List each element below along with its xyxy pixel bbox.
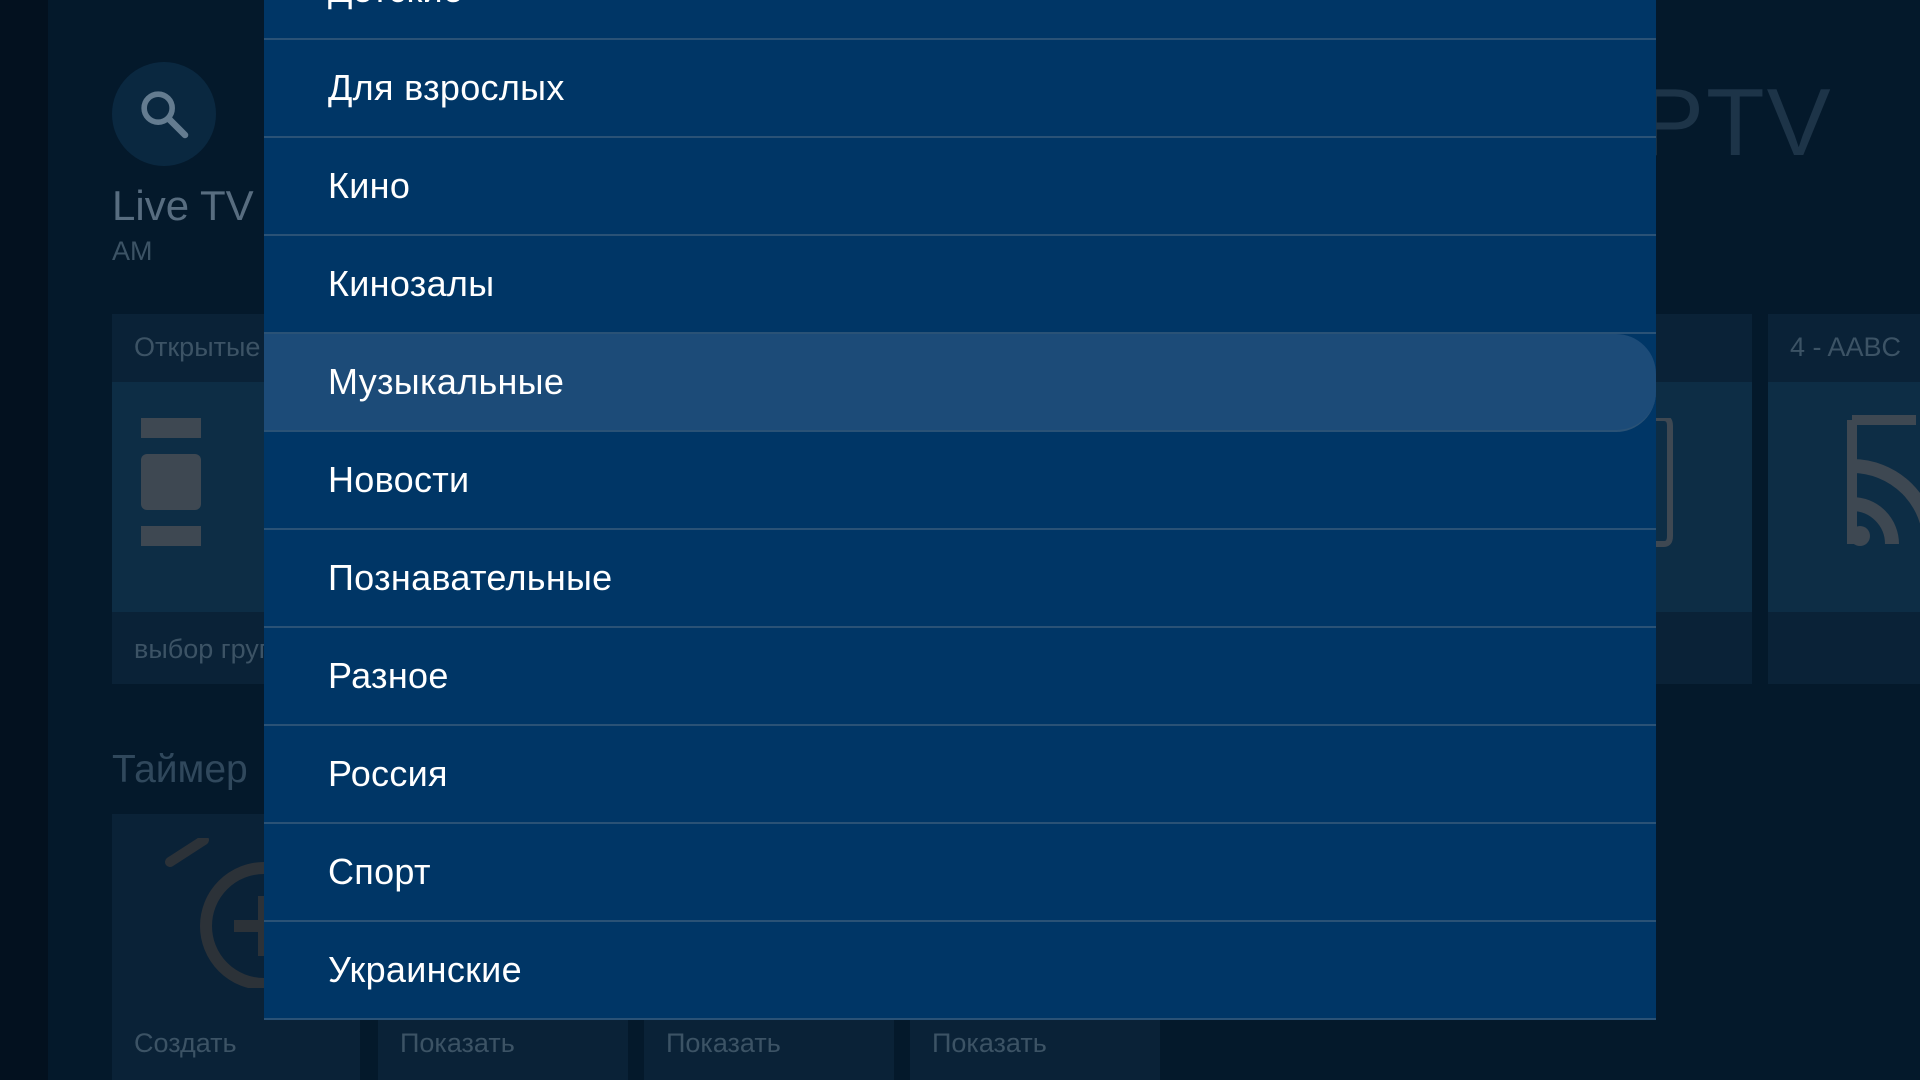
- dropdown-item-label: Разное: [328, 655, 449, 696]
- dropdown-item-music[interactable]: Музыкальные: [264, 334, 1656, 432]
- timer-show-card-3[interactable]: Показать: [910, 1020, 1160, 1080]
- timer-show-card-1[interactable]: Показать: [378, 1020, 628, 1080]
- dropdown-item-cinemas[interactable]: Кинозалы: [264, 236, 1656, 334]
- playlist-card[interactable]: 4 - AABC: [1768, 314, 1920, 684]
- timer-show-card-2[interactable]: Показать: [644, 1020, 894, 1080]
- dropdown-item-misc[interactable]: Разное: [264, 628, 1656, 726]
- dropdown-item-kids[interactable]: Детские: [264, 0, 1656, 40]
- timer-show-label-2: Показать: [666, 1028, 781, 1058]
- search-icon: [141, 91, 189, 139]
- group-dropdown-list[interactable]: Детские Для взрослых Кино Кинозалы Музык…: [264, 0, 1656, 1020]
- dropdown-item-news[interactable]: Новости: [264, 432, 1656, 530]
- open-groups-card[interactable]: Открытые выбор груп: [112, 314, 274, 684]
- list-icon: [141, 418, 201, 546]
- dropdown-item-label: Музыкальные: [328, 361, 565, 402]
- open-groups-footer: выбор груп: [134, 634, 274, 664]
- dropdown-item-label: Новости: [328, 459, 470, 500]
- dropdown-item-russia[interactable]: Россия: [264, 726, 1656, 824]
- open-groups-heading: Открытые: [134, 332, 261, 362]
- timer-create-label: Создать: [134, 1028, 237, 1058]
- dropdown-item-label: Детские: [264, 0, 463, 11]
- tv-card[interactable]: [1656, 314, 1752, 684]
- dropdown-item-label: Для взрослых: [328, 67, 565, 108]
- timer-section-title: Таймер: [112, 748, 248, 791]
- timer-show-label-1: Показать: [400, 1028, 515, 1058]
- dropdown-item-label: Кинозалы: [328, 263, 495, 304]
- brand-logo: PTV: [1640, 69, 1833, 176]
- rss-icon: [1847, 415, 1920, 546]
- tv-icon: [1656, 418, 1673, 547]
- left-strip: [0, 0, 48, 1080]
- dropdown-item-label: Познавательные: [328, 557, 613, 598]
- dropdown-item-adults[interactable]: Для взрослых: [264, 40, 1656, 138]
- dropdown-item-movies[interactable]: Кино: [264, 138, 1656, 236]
- playlist-heading: 4 - AABC: [1790, 332, 1902, 362]
- dropdown-item-educational[interactable]: Познавательные: [264, 530, 1656, 628]
- timer-show-label-3: Показать: [932, 1028, 1047, 1058]
- page-subtitle: AM: [112, 236, 153, 266]
- dropdown-item-ukrainian[interactable]: Украинские: [264, 922, 1656, 1020]
- search-button[interactable]: [112, 62, 216, 166]
- page-title: Live TV: [112, 182, 254, 229]
- dropdown-item-label: Украинские: [328, 949, 522, 990]
- dropdown-item-label: Россия: [328, 753, 448, 794]
- dropdown-item-sport[interactable]: Спорт: [264, 824, 1656, 922]
- dropdown-item-label: Спорт: [328, 851, 431, 892]
- dropdown-item-label: Кино: [328, 165, 411, 206]
